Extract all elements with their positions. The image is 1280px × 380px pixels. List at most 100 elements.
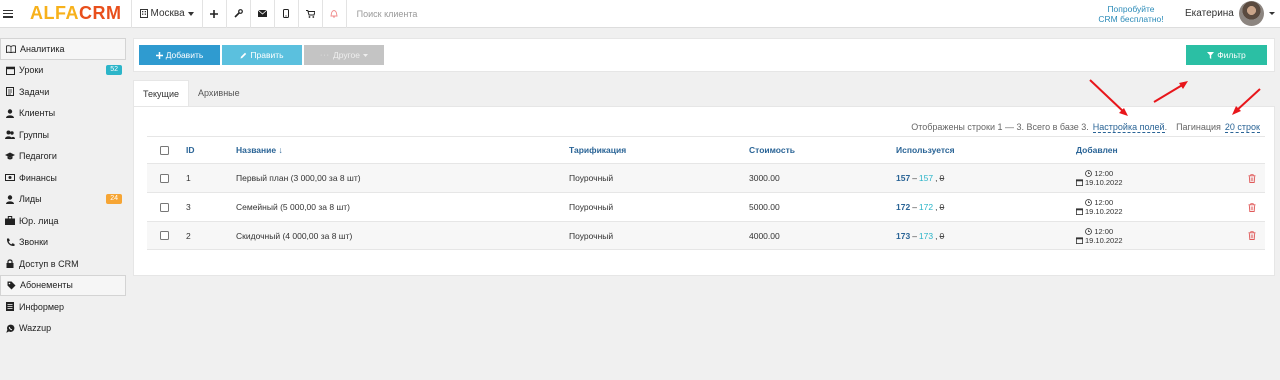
clock-icon	[1085, 199, 1093, 206]
column-header-id[interactable]: ID	[186, 137, 195, 163]
plus-button[interactable]	[203, 0, 227, 28]
edit-button[interactable]: Править	[222, 45, 302, 65]
used-total[interactable]: 173	[896, 231, 910, 241]
trash-icon	[1248, 202, 1256, 212]
used-archived[interactable]: 0	[939, 202, 944, 212]
add-button[interactable]: Добавить	[139, 45, 220, 65]
used-active[interactable]: 157	[919, 173, 933, 183]
logo[interactable]: ALFACRM	[30, 3, 122, 24]
cell-used: 172–172, 0	[896, 202, 945, 212]
sidebar-item[interactable]: Лиды 24	[0, 189, 126, 211]
cell-used: 157–157, 0	[896, 173, 945, 183]
pencil-icon	[240, 52, 247, 58]
delete-button[interactable]	[1248, 193, 1256, 221]
sidebar-item[interactable]: Wazzup	[0, 318, 126, 340]
list-icon	[5, 302, 15, 312]
tasks-icon	[5, 87, 15, 97]
added-time: 12:00	[1094, 226, 1114, 236]
try-crm-link[interactable]: Попробуйте CRM бесплатно!	[1088, 4, 1174, 24]
added-date: 19.10.2022	[1085, 207, 1123, 216]
pagination-link[interactable]: 20 строк	[1224, 122, 1260, 133]
ellipsis-icon: ···	[319, 51, 330, 59]
sidebar-item[interactable]: Информер	[0, 296, 126, 318]
city-label: Москва	[150, 8, 185, 19]
row-checkbox[interactable]	[160, 173, 169, 183]
row-checkbox[interactable]	[160, 231, 169, 240]
sidebar-item[interactable]: Аналитика	[0, 38, 126, 60]
user-menu-caret-icon[interactable]	[1269, 12, 1275, 15]
sidebar-item[interactable]: Доступ в CRM	[0, 253, 126, 275]
sidebar-item[interactable]: Группы	[0, 124, 126, 146]
added-date: 19.10.2022	[1085, 235, 1123, 245]
used-archived[interactable]: 0	[939, 231, 944, 241]
user-icon	[5, 194, 15, 204]
used-total[interactable]: 172	[896, 202, 910, 212]
sidebar-item-label: Финансы	[19, 172, 57, 183]
tabs: Текущие Архивные	[133, 80, 249, 106]
sidebar-item[interactable]: Уроки 52	[0, 60, 126, 82]
table-row[interactable]: 1 Первый план (3 000,00 за 8 шт) Поурочный…	[147, 163, 1265, 192]
notifications-button[interactable]	[323, 0, 347, 28]
edit-label: Править	[250, 50, 284, 60]
user-name[interactable]: Екатерина	[1185, 8, 1234, 19]
column-header-name[interactable]: Название ↓	[236, 137, 283, 163]
sidebar-item-label: Информер	[19, 301, 65, 312]
toolbar-panel: Добавить Править ··· Другое Фильтр	[133, 38, 1275, 72]
menu-icon[interactable]	[3, 9, 13, 18]
client-search-input[interactable]: Поиск клиента	[357, 9, 418, 19]
city-selector[interactable]: Москва	[132, 0, 202, 28]
tools-button[interactable]	[227, 0, 251, 28]
sidebar-item[interactable]: Абонементы	[0, 274, 126, 296]
field-settings-link[interactable]: Настройка полей	[1092, 122, 1165, 133]
dot-text: .	[1164, 122, 1168, 132]
plus-icon	[155, 51, 163, 59]
sidebar-item[interactable]: Юр. лица	[0, 210, 126, 232]
cell-tariff: Поурочный	[569, 230, 614, 241]
cell-cost: 4000.00	[749, 230, 780, 241]
sidebar-item[interactable]: Педагоги	[0, 146, 126, 168]
whatsapp-icon	[5, 323, 15, 333]
try-line-1: Попробуйте	[1107, 4, 1155, 14]
cell-name: Семейный (5 000,00 за 8 шт)	[236, 202, 350, 212]
cart-button[interactable]	[299, 0, 323, 28]
sidebar-item[interactable]: Звонки	[0, 232, 126, 254]
used-archived[interactable]: 0	[939, 173, 944, 183]
tab-current[interactable]: Текущие	[133, 80, 189, 106]
table-row[interactable]: 3 Семейный (5 000,00 за 8 шт) Поурочный 500…	[147, 192, 1265, 221]
clock-icon	[1085, 227, 1093, 235]
tab-archive[interactable]: Архивные	[189, 80, 249, 106]
column-header-cost[interactable]: Стоимость	[749, 137, 795, 163]
mail-button[interactable]	[251, 0, 275, 28]
used-active[interactable]: 172	[919, 202, 933, 212]
column-header-used[interactable]: Используется	[896, 137, 955, 163]
envelope-icon	[257, 10, 267, 17]
content-panel: Отображены строки 1 — 3. Всего в базе 3.…	[133, 106, 1275, 276]
column-header-tariff[interactable]: Тарификация	[569, 137, 626, 163]
users-icon	[5, 130, 15, 140]
row-checkbox[interactable]	[160, 202, 169, 212]
sidebar-item-label: Клиенты	[19, 108, 56, 119]
avatar[interactable]	[1239, 1, 1264, 26]
column-header-added[interactable]: Добавлен	[1076, 137, 1118, 163]
cell-added: 12:00 19.10.2022	[1076, 193, 1123, 221]
other-dropdown-button[interactable]: ··· Другое	[304, 45, 384, 65]
cell-added: 12:00 19.10.2022	[1076, 164, 1123, 192]
used-active[interactable]: 173	[919, 231, 933, 241]
delete-button[interactable]	[1248, 164, 1256, 192]
pagination-label: Пагинация	[1176, 122, 1221, 132]
sidebar-item[interactable]: Задачи	[0, 81, 126, 103]
delete-button[interactable]	[1248, 222, 1256, 249]
lock-icon	[5, 259, 15, 269]
added-date: 19.10.2022	[1085, 178, 1123, 187]
select-all-checkbox[interactable]	[160, 145, 169, 155]
sidebar-item-label: Лиды	[19, 194, 42, 205]
cell-name: Первый план (3 000,00 за 8 шт)	[236, 173, 361, 183]
cart-icon	[305, 9, 315, 18]
phone-button[interactable]	[275, 0, 299, 28]
table-row[interactable]: 2 Скидочный (4 000,00 за 8 шт) Поурочный 40…	[147, 221, 1265, 250]
used-total[interactable]: 157	[896, 173, 910, 183]
sidebar-item[interactable]: Клиенты	[0, 103, 126, 125]
table-header-row: ID Название ↓ Тарификация Стоимость Испо…	[147, 136, 1265, 163]
filter-button[interactable]: Фильтр	[1186, 45, 1267, 65]
sidebar-item[interactable]: Финансы	[0, 167, 126, 189]
